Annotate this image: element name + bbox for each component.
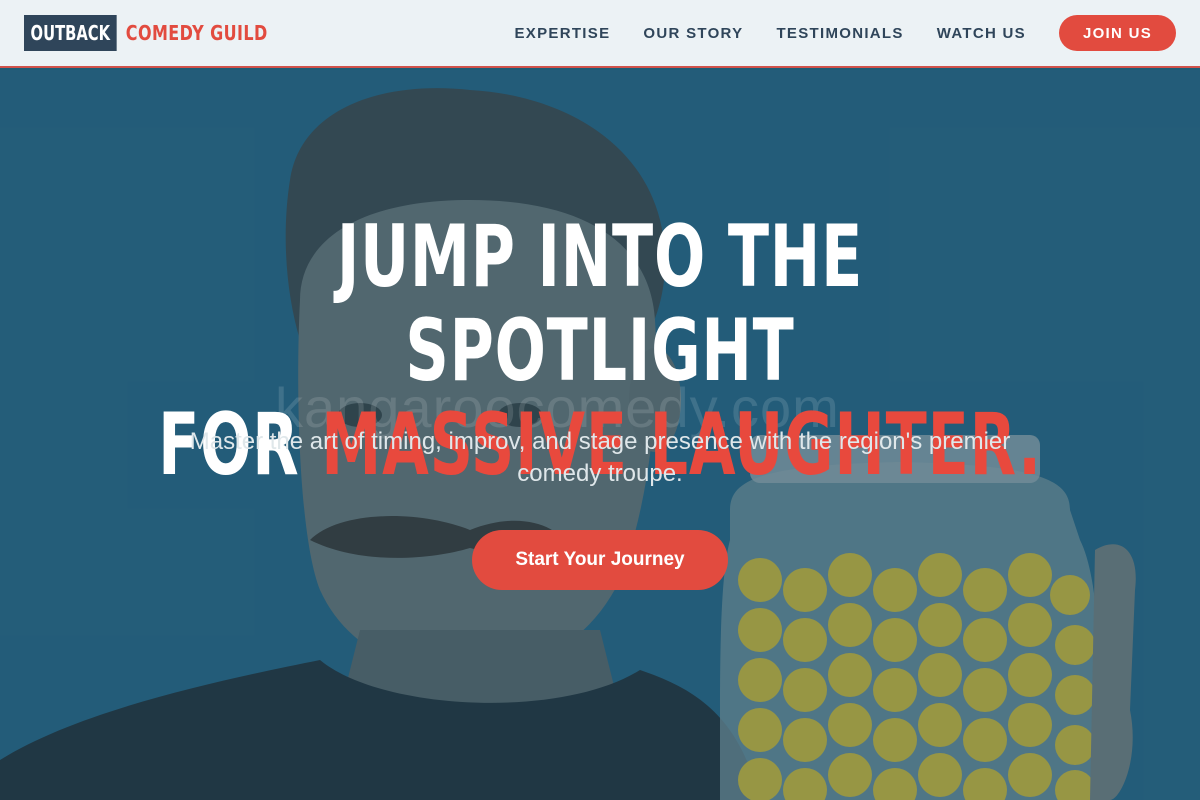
brand-logo-box: OUTBACK [24,15,117,51]
main-nav: EXPERTISE OUR STORY TESTIMONIALS WATCH U… [481,15,1176,51]
nav-link-expertise[interactable]: EXPERTISE [514,25,610,42]
brand-logo-text: COMEDY GUILD [125,21,268,45]
nav-link-our-story[interactable]: OUR STORY [643,25,743,42]
nav-link-testimonials[interactable]: TESTIMONIALS [776,25,903,42]
site-header: OUTBACK COMEDY GUILD EXPERTISE OUR STORY… [0,0,1200,68]
brand-logo[interactable]: OUTBACK COMEDY GUILD [24,15,304,51]
join-us-button[interactable]: JOIN US [1059,15,1176,51]
hero-subtitle: Master the art of timing, improv, and st… [189,428,1011,487]
hero-section: kangaroocomedy.com JUMP INTO THE SPOTLIG… [0,70,1200,800]
headline-line-1: JUMP INTO THE SPOTLIGHT [336,207,864,401]
start-journey-button[interactable]: Start Your Journey [472,530,728,590]
nav-link-watch-us[interactable]: WATCH US [937,25,1026,42]
